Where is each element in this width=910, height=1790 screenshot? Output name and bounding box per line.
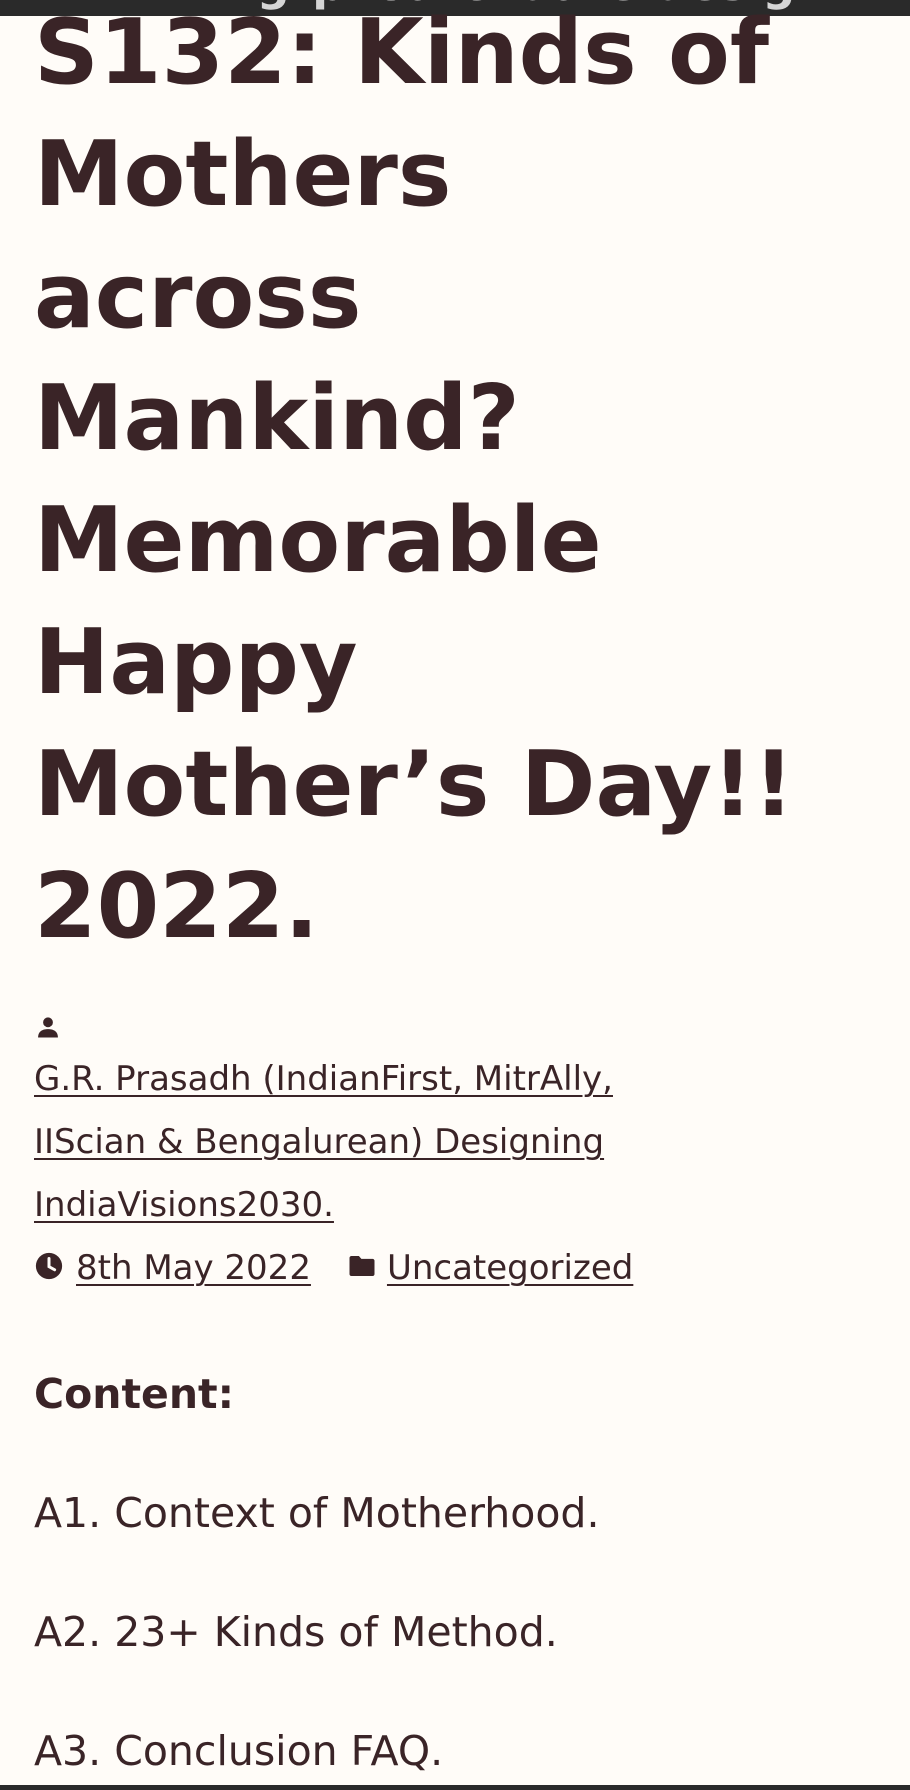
content-item: A2. 23+ Kinds of Method.	[34, 1608, 558, 1656]
clock-icon	[34, 1251, 64, 1285]
browser-bottom-bar	[0, 1785, 910, 1790]
author-line: IndiaVisions2030.	[34, 1185, 334, 1225]
title-line: Happy	[34, 610, 358, 715]
folder-icon	[347, 1251, 377, 1285]
author-icon-row	[34, 1010, 674, 1048]
title-line: Mothers	[34, 122, 452, 227]
content-heading: Content:	[34, 1370, 235, 1418]
title-line: 2022.	[34, 854, 319, 959]
title-line: across	[34, 244, 362, 349]
post-meta: G.R. Prasadh (IndianFirst, MitrAlly, IIS…	[34, 1010, 674, 1299]
date-link[interactable]: 8th May 2022	[76, 1248, 311, 1288]
post-content: Content: A1. Context of Motherhood. A2. …	[34, 1362, 874, 1783]
person-icon	[34, 1013, 62, 1045]
content-item: A3. Conclusion FAQ.	[34, 1727, 444, 1775]
title-line: Mankind?	[34, 366, 520, 471]
author-link[interactable]: G.R. Prasadh (IndianFirst, MitrAlly, IIS…	[34, 1048, 674, 1237]
title-line: Mother’s Day!!	[34, 732, 795, 837]
post-title: S132: Kinds of Mothers across Mankind? M…	[34, 0, 884, 968]
author-line: IIScian & Bengalurean) Designing	[34, 1122, 605, 1162]
title-line: Memorable	[34, 488, 602, 593]
title-line: S132: Kinds of	[34, 0, 769, 105]
content-item: A1. Context of Motherhood.	[34, 1489, 600, 1537]
author-line: G.R. Prasadh (IndianFirst, MitrAlly,	[34, 1059, 613, 1099]
date-category-row: 8th May 2022 Uncategorized	[34, 1237, 674, 1299]
category-link[interactable]: Uncategorized	[387, 1248, 633, 1288]
